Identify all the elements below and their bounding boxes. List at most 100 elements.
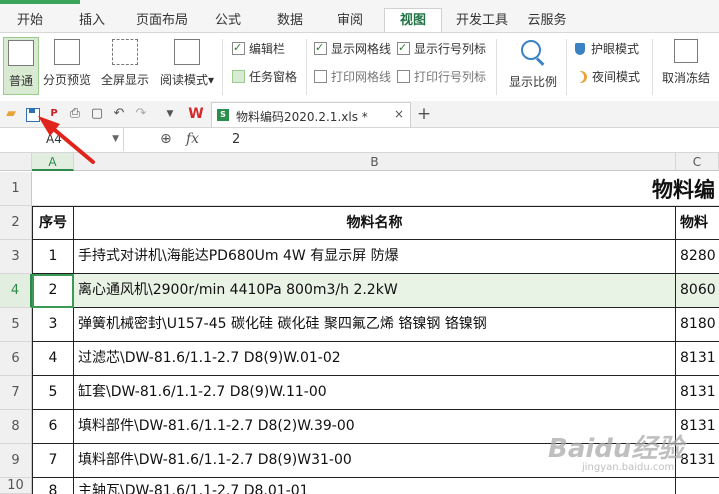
print-row-col-headers-checkbox[interactable]: 打印行号列标 — [397, 69, 486, 85]
print-gridlines-checkbox[interactable]: 打印网格线 — [314, 69, 391, 85]
close-tab-icon[interactable]: × — [394, 107, 404, 121]
active-cell[interactable]: 2 — [32, 274, 74, 308]
new-tab-icon[interactable]: + — [416, 106, 432, 123]
task-pane-checkbox[interactable]: 任务窗格 — [232, 69, 297, 85]
row-header-1[interactable]: 1 — [0, 172, 32, 206]
reading-mode-dropdown-icon[interactable]: ▾ — [208, 73, 214, 87]
show-gridlines-checkbox[interactable]: 显示网格线 — [314, 40, 392, 57]
view-ribbon: 普通 分页预览 全屏显示 阅读模式▾ 编辑栏 任务窗格 显示网格线 打印网格线 … — [0, 32, 719, 102]
export-pdf-icon[interactable]: P — [46, 106, 62, 122]
shield-icon — [575, 43, 585, 55]
insert-function-icon[interactable]: fx — [186, 131, 199, 147]
customize-dropdown-icon[interactable]: ▼ — [162, 106, 178, 122]
code-cell[interactable]: 8131 — [676, 376, 719, 410]
night-mode-button[interactable]: 夜间模式 — [575, 69, 640, 85]
column-header-b[interactable]: B — [74, 153, 676, 171]
header-cell-code[interactable]: 物料 — [676, 206, 719, 240]
tab-data[interactable]: 数据 — [268, 10, 312, 32]
ribbon-tab-bar: 开始 插入 页面布局 公式 数据 审阅 视图 开发工具 云服务 — [0, 0, 719, 33]
watermark-logo: Baidu经验 — [548, 434, 684, 464]
sheet-title[interactable]: 物料编 — [652, 174, 715, 204]
seq-cell[interactable]: 4 — [32, 342, 74, 376]
print-gridlines-check-icon — [314, 70, 327, 83]
column-header-a[interactable]: A — [32, 153, 74, 171]
zoom-button[interactable]: 显示比例 — [504, 37, 562, 90]
document-tab-title: 物料编码2020.2.1.xls * — [236, 110, 368, 124]
reading-mode-button[interactable]: 阅读模式▾ — [156, 37, 218, 88]
print-gridlines-label: 打印网格线 — [331, 70, 392, 84]
wps-logo-icon[interactable]: W — [188, 106, 204, 122]
name-cell[interactable]: 过滤芯\DW-81.6/1.1-2.7 D8(9)W.01-02 — [74, 342, 676, 376]
column-header-c[interactable]: C — [676, 153, 719, 171]
seq-cell[interactable]: 3 — [32, 308, 74, 342]
row-header-4[interactable]: 4 — [0, 274, 32, 308]
row-header-8[interactable]: 8 — [0, 410, 32, 444]
row-header-10[interactable]: 10 — [0, 478, 32, 494]
tab-insert[interactable]: 插入 — [66, 10, 118, 32]
tab-review[interactable]: 审阅 — [328, 10, 372, 32]
code-cell[interactable]: 8280 — [676, 240, 719, 274]
seq-cell[interactable]: 5 — [32, 376, 74, 410]
row-header-2[interactable]: 2 — [0, 206, 32, 240]
name-cell[interactable]: 缸套\DW-81.6/1.1-2.7 D8(9)W.11-00 — [74, 376, 676, 410]
row-header-6[interactable]: 6 — [0, 342, 32, 376]
normal-view-label: 普通 — [8, 74, 33, 88]
header-cell-name[interactable]: 物料名称 — [74, 206, 676, 240]
seq-cell[interactable]: 7 — [32, 444, 74, 478]
page-break-preview-icon — [54, 39, 80, 65]
tab-home[interactable]: 开始 — [8, 10, 52, 32]
code-cell[interactable] — [676, 478, 719, 494]
document-tab[interactable]: S 物料编码2020.2.1.xls * × — [211, 102, 411, 127]
seq-cell[interactable]: 1 — [32, 240, 74, 274]
name-cell[interactable]: 弹簧机械密封\U157-45 碳化硅 碳化硅 聚四氟乙烯 铬镍钢 铬镍钢 — [74, 308, 676, 342]
row-header-7[interactable]: 7 — [0, 376, 32, 410]
page-break-preview-label: 分页预览 — [42, 73, 91, 87]
print-icon[interactable]: ⎙ — [67, 106, 83, 122]
eye-protection-button[interactable]: 护眼模式 — [575, 41, 639, 57]
header-cell-seq[interactable]: 序号 — [32, 206, 74, 240]
reading-mode-label: 阅读模式 — [159, 73, 208, 87]
name-cell[interactable]: 手持式对讲机\海能达PD680Um 4W 有显示屏 防爆 — [74, 240, 676, 274]
save-icon[interactable] — [25, 106, 41, 122]
tab-developer[interactable]: 开发工具 — [452, 10, 512, 32]
name-box-dropdown-icon[interactable]: ▼ — [112, 128, 119, 151]
freeze-panes-icon — [674, 39, 698, 63]
seq-cell[interactable]: 8 — [32, 478, 74, 494]
row-header-3[interactable]: 3 — [0, 240, 32, 274]
edit-bar-checkbox[interactable]: 编辑栏 — [232, 40, 285, 57]
full-screen-label: 全屏显示 — [100, 73, 149, 87]
normal-view-button[interactable]: 普通 — [3, 37, 39, 95]
tab-view[interactable]: 视图 — [384, 8, 442, 33]
redo-icon[interactable]: ↷ — [133, 106, 149, 122]
tab-cloud-services[interactable]: 云服务 — [522, 10, 572, 32]
name-cell[interactable]: 主轴瓦\DW-81.6/1.1-2.7 D8.01-01 — [74, 478, 676, 494]
name-cell[interactable]: 离心通风机\2900r/min 4410Pa 800m3/h 2.2kW — [74, 274, 676, 308]
name-box[interactable]: A4 ▼ — [0, 128, 124, 151]
spreadsheet-file-icon: S — [217, 109, 229, 121]
night-mode-label: 夜间模式 — [592, 70, 641, 84]
full-screen-button[interactable]: 全屏显示 — [98, 37, 152, 88]
ribbon-separator — [222, 39, 223, 95]
undo-icon[interactable]: ↶ — [111, 106, 127, 122]
seq-cell[interactable]: 6 — [32, 410, 74, 444]
formula-input[interactable]: 2 — [232, 132, 240, 147]
magnifier-icon — [519, 39, 547, 67]
tab-page-layout[interactable]: 页面布局 — [130, 10, 194, 32]
watermark-url: jingyan.baidu.com — [582, 462, 675, 473]
open-folder-icon[interactable]: ▰ — [3, 106, 19, 122]
select-all-corner[interactable] — [0, 153, 32, 171]
unfreeze-button[interactable]: 取消冻结 — [657, 37, 715, 86]
row-header-5[interactable]: 5 — [0, 308, 32, 342]
code-cell[interactable]: 8131 — [676, 342, 719, 376]
row-header-9[interactable]: 9 — [0, 444, 32, 478]
zoom-formula-icon[interactable]: ⊕ — [160, 131, 172, 147]
tab-formulas[interactable]: 公式 — [208, 10, 248, 32]
show-row-col-headers-checkbox[interactable]: 显示行号列标 — [397, 40, 486, 57]
page-break-preview-button[interactable]: 分页预览 — [40, 37, 94, 88]
code-cell[interactable]: 8060 — [676, 274, 719, 308]
moon-icon — [575, 71, 587, 83]
show-gridlines-label: 显示网格线 — [331, 42, 392, 56]
task-pane-check-icon — [232, 70, 245, 83]
print-preview-icon[interactable]: ▢ — [89, 106, 105, 122]
code-cell[interactable]: 8180 — [676, 308, 719, 342]
